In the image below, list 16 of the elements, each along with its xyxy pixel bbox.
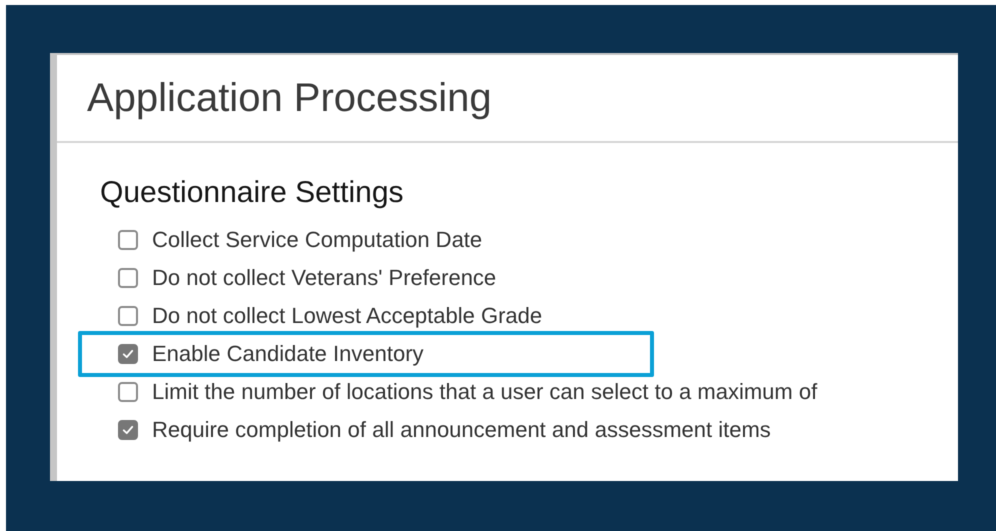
- checkbox-label: Limit the number of locations that a user can select to a maximum of: [152, 379, 818, 405]
- panel-title: Application Processing: [87, 76, 492, 120]
- checkbox-label: Enable Candidate Inventory: [152, 341, 424, 367]
- checkbox-label: Require completion of all announcement and assessment items: [152, 417, 771, 443]
- check-icon: [121, 423, 135, 437]
- checkbox[interactable]: [118, 268, 138, 288]
- checkbox[interactable]: [118, 420, 138, 440]
- checkbox[interactable]: [118, 306, 138, 326]
- checkbox-label: Do not collect Veterans' Preference: [152, 265, 496, 291]
- checkbox-label: Collect Service Computation Date: [152, 227, 482, 253]
- check-icon: [121, 347, 135, 361]
- checkbox[interactable]: [118, 230, 138, 250]
- checkbox[interactable]: [118, 382, 138, 402]
- checkbox[interactable]: [118, 344, 138, 364]
- checkbox-label: Do not collect Lowest Acceptable Grade: [152, 303, 542, 329]
- section-heading: Questionnaire Settings: [100, 175, 405, 211]
